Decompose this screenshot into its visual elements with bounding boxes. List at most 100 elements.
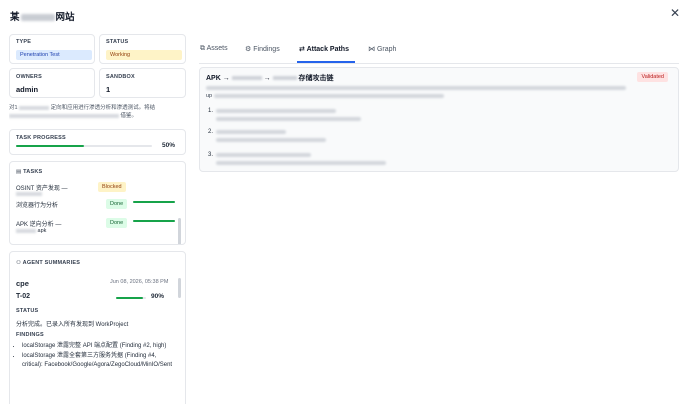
redacted-text [20, 13, 55, 21]
attack-step: 2. [208, 129, 628, 152]
task-status-badge: Blocked [98, 182, 126, 192]
owners-value: admin [16, 85, 39, 94]
tab-assets[interactable]: ⧉ Assets [200, 45, 228, 53]
task-sub-label: apk [37, 228, 47, 234]
attack-path-title: APK → → 存储攻击链 [206, 73, 334, 83]
redacted-text [216, 109, 336, 113]
findings-list: localStorage 泄露完整 API 端点配置 (Finding #2, … [22, 342, 174, 371]
redacted-text [216, 130, 286, 134]
agent-status-text: 分析完成。已录入所有发现到 WorkProject [16, 322, 129, 328]
tab-attack-paths[interactable]: ⇄ Attack Paths [299, 45, 349, 53]
description-mid: 定向和应用进行渗透分析和渗透测试。将结 [50, 105, 156, 111]
graph-icon: ⋈ [368, 46, 375, 53]
task-progress-bar [133, 201, 175, 203]
redacted-text [231, 76, 262, 81]
redacted-text [214, 94, 445, 98]
task-name: 浏览器行为分析 [16, 203, 59, 209]
task-progress-fill [16, 145, 84, 147]
page-title: 某 网站 [10, 9, 75, 23]
task-sub: apk [16, 228, 46, 234]
info-card-sandbox: SANDBOX 1 [99, 68, 186, 98]
tasks-card: ▤ TASKS OSINT 资产发现 — Blocked 浏览器行为分析 Don… [9, 161, 186, 245]
list-icon: ▤ [16, 169, 22, 175]
redacted-text [9, 113, 119, 118]
attack-path-card[interactable]: APK → → 存储攻击链 Validated up 1. 2. 3. [199, 67, 679, 172]
status-badge: Working [106, 50, 182, 60]
title-end: 存储攻击链 [298, 75, 334, 82]
bug-icon: ⚙ [245, 46, 252, 53]
finding-item: localStorage 泄露完整 API 端点配置 (Finding #2, … [22, 342, 174, 352]
owners-label: OWNERS [16, 74, 42, 80]
agent-summaries-card: ⚇ AGENT SUMMARIES cpe Jun 08, 2026, 05:3… [9, 251, 186, 404]
task-status-badge: Done [106, 199, 128, 209]
agent-status-label: STATUS [16, 308, 39, 314]
task-status-badge: Done [106, 218, 128, 228]
agent-name: cpe [16, 279, 29, 288]
type-label: TYPE [16, 39, 32, 45]
task-progress-percent: 50% [161, 142, 175, 149]
attack-path-intro: up [206, 86, 646, 99]
agent-progress-fill [116, 297, 143, 299]
description-end: 借鉴。 [120, 113, 138, 119]
agent-id: T-02 [16, 293, 31, 300]
close-icon[interactable]: ✕ [670, 6, 680, 20]
info-card-owners: OWNERS admin [9, 68, 95, 98]
task-item[interactable]: APK 逆向分析 — Done [16, 218, 176, 228]
tab-label: Graph [376, 46, 397, 53]
tab-label: Findings [253, 46, 280, 53]
intro-prefix: up [206, 93, 213, 99]
tasks-header: ▤ TASKS [16, 169, 42, 175]
agent-label: AGENT SUMMARIES [22, 260, 81, 266]
task-progress-bar [133, 220, 175, 222]
active-tab-indicator [297, 61, 355, 63]
validated-badge: Validated [637, 72, 668, 82]
status-label: STATUS [106, 39, 129, 45]
user-icon: ⚇ [16, 260, 22, 266]
task-progress-card: TASK PROGRESS 50% [9, 129, 186, 155]
redacted-text [272, 76, 297, 81]
redacted-text [16, 192, 42, 196]
redacted-text [19, 105, 50, 110]
step-number: 2. [208, 129, 214, 135]
attack-step: 3. [208, 152, 628, 173]
agent-progress-percent: 90% [151, 293, 165, 300]
task-item[interactable]: 浏览器行为分析 Done [16, 199, 176, 209]
title-suffix: 网站 [55, 12, 75, 23]
attack-step: 1. [208, 108, 628, 129]
tasks-label: TASKS [23, 169, 43, 175]
task-item[interactable]: OSINT 资产发现 — Blocked [16, 182, 176, 192]
intro-line: up [206, 93, 646, 99]
task-progress-fill [133, 220, 175, 222]
title-arrow: → [263, 75, 271, 82]
redacted-text [216, 117, 361, 121]
sandbox-value: 1 [106, 85, 111, 94]
description-start: 对1 [9, 105, 18, 111]
info-card-type: TYPE Penetration Test [9, 34, 95, 64]
tab-bar: ⧉ Assets ⚙ Findings ⇄ Attack Paths ⋈ Gra… [199, 42, 679, 64]
task-progress-label: TASK PROGRESS [16, 135, 66, 141]
redacted-text [216, 161, 386, 165]
redacted-text [16, 228, 36, 233]
tab-label: Assets [206, 45, 228, 52]
findings-label: FINDINGS [16, 332, 44, 338]
info-card-status: STATUS Working [99, 34, 186, 64]
redacted-text [216, 138, 326, 142]
tasks-scrollbar[interactable] [178, 218, 181, 244]
agent-progress-bar [116, 297, 146, 299]
tab-findings[interactable]: ⚙ Findings [245, 45, 280, 53]
task-progress-fill [133, 201, 175, 203]
task-description: 对1 定向和应用进行渗透分析和渗透测试。将结 借鉴。 [9, 104, 186, 120]
title-prefix: 某 [10, 12, 20, 23]
cube-icon: ⧉ [200, 45, 205, 52]
redacted-text [206, 86, 626, 90]
sandbox-label: SANDBOX [106, 74, 135, 80]
tab-graph[interactable]: ⋈ Graph [368, 45, 396, 53]
type-badge: Penetration Test [16, 50, 92, 60]
step-number: 1. [208, 108, 214, 114]
agent-header: ⚇ AGENT SUMMARIES [16, 260, 80, 266]
left-sidebar: TYPE Penetration Test STATUS Working OWN… [9, 34, 186, 404]
agent-scrollbar[interactable] [178, 278, 181, 298]
finding-item: localStorage 泄露全套第三方服务凭据 (Finding #4, cr… [22, 352, 174, 371]
attack-step-list: 1. 2. 3. [208, 108, 628, 173]
agent-timestamp: Jun 08, 2026, 05:38 PM [110, 279, 169, 285]
